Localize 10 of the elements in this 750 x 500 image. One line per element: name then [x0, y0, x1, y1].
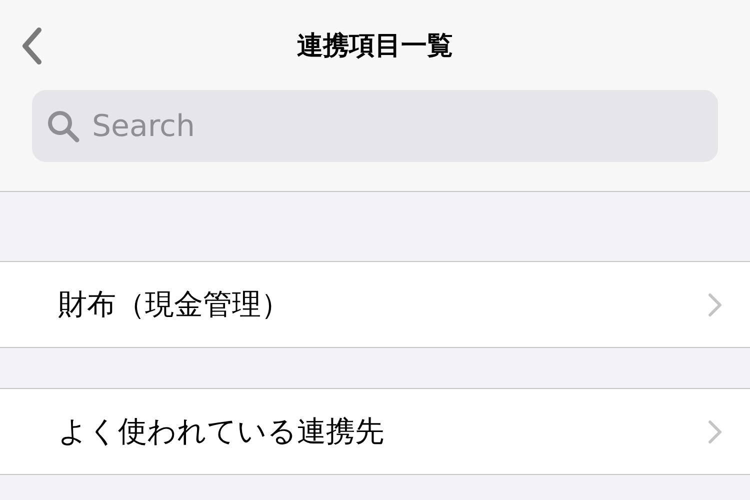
row-label: 財布（現金管理）	[58, 286, 290, 322]
chevron-icon	[708, 292, 722, 316]
list-row[interactable]: よく使われている連携先	[0, 388, 750, 475]
search-icon	[46, 109, 80, 143]
chevron-icon	[708, 420, 722, 444]
nav-title: 連携項目一覧	[297, 30, 453, 62]
back-icon	[21, 27, 43, 65]
search-field[interactable]: Search	[32, 90, 718, 162]
list-row[interactable]: 財布（現金管理）	[0, 261, 750, 348]
row-label: よく使われている連携先	[58, 412, 384, 450]
